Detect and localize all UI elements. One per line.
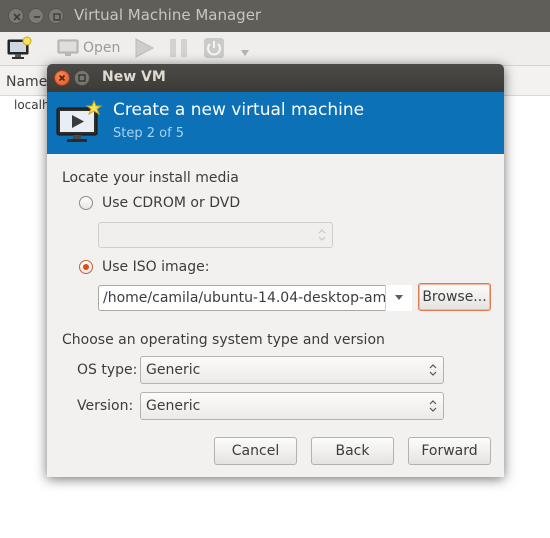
iso-radio-label[interactable]: Use ISO image: bbox=[102, 259, 209, 275]
minimize-icon[interactable] bbox=[28, 8, 44, 24]
close-icon[interactable] bbox=[54, 70, 70, 86]
iso-path-input[interactable]: /home/camila/ubuntu-14.04-desktop-amd bbox=[98, 285, 412, 311]
version-select[interactable]: Generic bbox=[140, 392, 444, 420]
pause-icon[interactable] bbox=[168, 38, 190, 62]
os-type-label: OS type: bbox=[77, 362, 138, 378]
version-value: Generic bbox=[146, 398, 201, 414]
cdrom-radio-label[interactable]: Use CDROM or DVD bbox=[102, 195, 240, 211]
monitor-icon[interactable] bbox=[57, 38, 79, 62]
iso-path-value: /home/camila/ubuntu-14.04-desktop-amd bbox=[103, 290, 396, 306]
version-label: Version: bbox=[77, 398, 134, 414]
close-icon[interactable] bbox=[8, 8, 24, 24]
wizard-title: Create a new virtual machine bbox=[113, 100, 365, 120]
list-item[interactable]: localh bbox=[14, 98, 50, 112]
chevron-down-icon[interactable] bbox=[240, 45, 250, 61]
dialog-titlebar: New VM bbox=[47, 64, 504, 92]
iso-path-dropdown[interactable] bbox=[385, 285, 412, 311]
open-button[interactable]: Open bbox=[83, 40, 120, 56]
maximize-icon[interactable] bbox=[74, 70, 90, 86]
wizard-step: Step 2 of 5 bbox=[113, 126, 185, 141]
new-vm-toolbar-icon[interactable] bbox=[7, 36, 33, 64]
power-icon[interactable] bbox=[203, 37, 225, 63]
cancel-button[interactable]: Cancel bbox=[214, 437, 297, 465]
cdrom-select bbox=[98, 222, 333, 248]
chevron-down-icon bbox=[395, 295, 403, 300]
wizard-header: Create a new virtual machine Step 2 of 5 bbox=[47, 92, 504, 154]
cdrom-radio[interactable] bbox=[79, 196, 93, 210]
spinner-arrows-icon bbox=[429, 363, 437, 381]
spinner-arrows-icon bbox=[429, 399, 437, 417]
install-media-heading: Locate your install media bbox=[62, 170, 239, 186]
maximize-icon[interactable] bbox=[48, 8, 64, 24]
spinner-arrows-icon bbox=[318, 228, 326, 246]
dialog-title: New VM bbox=[102, 69, 166, 85]
column-header-name[interactable]: Name bbox=[6, 74, 47, 90]
new-vm-dialog: New VM Create a new virtual machine Step… bbox=[47, 64, 504, 477]
window-title: Virtual Machine Manager bbox=[74, 6, 262, 24]
browse-button[interactable]: Browse... bbox=[418, 283, 491, 311]
forward-button[interactable]: Forward bbox=[408, 437, 491, 465]
play-icon[interactable] bbox=[133, 38, 155, 62]
iso-radio[interactable] bbox=[79, 260, 93, 274]
os-type-value: Generic bbox=[146, 362, 201, 378]
os-type-select[interactable]: Generic bbox=[140, 356, 444, 384]
os-heading: Choose an operating system type and vers… bbox=[62, 332, 385, 348]
main-titlebar: Virtual Machine Manager bbox=[0, 0, 550, 32]
new-vm-icon bbox=[55, 99, 103, 148]
back-button[interactable]: Back bbox=[311, 437, 394, 465]
